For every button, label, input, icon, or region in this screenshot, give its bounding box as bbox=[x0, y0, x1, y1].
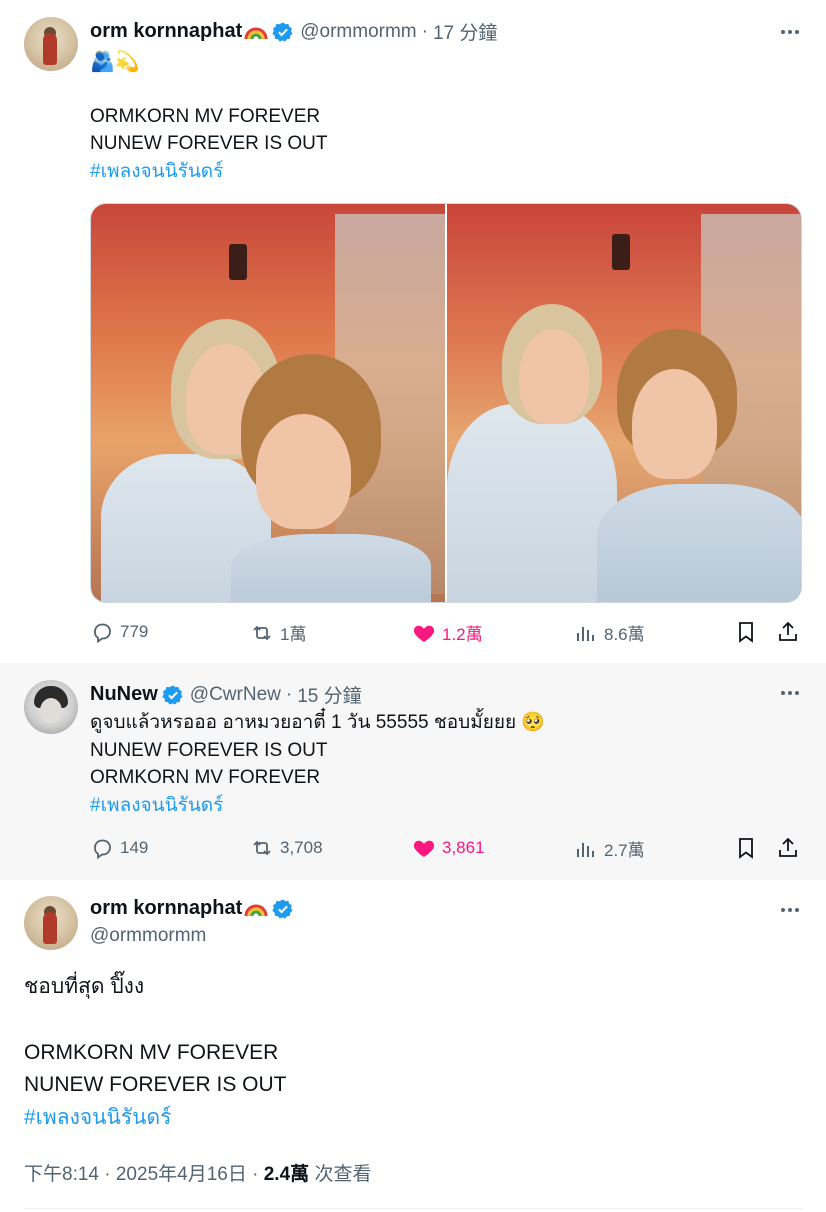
like-count: 1.2萬 bbox=[442, 625, 483, 644]
heart-filled-icon bbox=[413, 625, 435, 642]
avatar[interactable] bbox=[24, 896, 78, 950]
bookmark-icon bbox=[739, 622, 753, 643]
photo-1[interactable] bbox=[91, 204, 445, 602]
like-count: 3,861 bbox=[442, 838, 485, 857]
share-icon bbox=[779, 837, 797, 857]
like-button[interactable]: 1.2萬 bbox=[412, 620, 483, 645]
repost-button[interactable]: 3,708 bbox=[250, 836, 323, 860]
author-handle[interactable]: @ormmormm bbox=[300, 21, 416, 43]
author-name[interactable]: orm kornnaphat bbox=[90, 897, 242, 920]
author-name[interactable]: NuNew bbox=[90, 683, 158, 706]
separator-dot: · bbox=[421, 20, 428, 42]
views-button[interactable]: 2.7萬 bbox=[574, 836, 645, 861]
tweet-text-line: NUNEW FOREVER IS OUT bbox=[24, 1073, 287, 1096]
tweet-text-line: ORMKORN MV FOREVER bbox=[90, 767, 321, 788]
separator-dot: · bbox=[285, 683, 293, 705]
more-options-icon[interactable] bbox=[778, 20, 802, 44]
views-count: 2.7萬 bbox=[604, 841, 645, 860]
verified-badge-icon bbox=[272, 21, 293, 42]
repost-icon bbox=[253, 625, 271, 640]
heart-filled-icon bbox=[413, 840, 435, 857]
bookmark-button[interactable] bbox=[734, 836, 764, 860]
verified-badge-icon bbox=[272, 898, 293, 919]
tweet-text-line: NUNEW FOREVER IS OUT bbox=[90, 133, 328, 154]
author-handle[interactable]: @ormmormm bbox=[90, 925, 206, 947]
post-time[interactable]: 17 分鐘 bbox=[433, 18, 497, 45]
tweet-1[interactable]: orm kornnaphat @ormmormm · 17 分鐘 🫂💫 ORMK… bbox=[0, 0, 826, 663]
views-label: 次查看 bbox=[314, 1164, 372, 1185]
reply-count: 149 bbox=[120, 838, 149, 857]
reply-button[interactable]: 779 bbox=[90, 620, 148, 644]
avatar[interactable] bbox=[24, 680, 78, 734]
author-name[interactable]: orm kornnaphat bbox=[90, 20, 242, 43]
media-grid bbox=[90, 203, 802, 603]
hashtag-link[interactable]: #เพลงจนนิรันดร์ bbox=[24, 1102, 171, 1134]
bookmark-icon bbox=[739, 838, 753, 859]
rainbow-icon bbox=[244, 23, 268, 41]
photo-2[interactable] bbox=[447, 204, 801, 602]
share-button[interactable] bbox=[776, 836, 806, 860]
views-chart-icon bbox=[577, 626, 594, 641]
action-bar: 149 3,708 3,861 2.7萬 bbox=[90, 836, 802, 866]
post-meta: 下午8:14 · 2025年4月16日 · 2.4萬 次查看 bbox=[24, 1159, 371, 1186]
verified-badge-icon bbox=[162, 684, 183, 705]
tweet-text-line: ORMKORN MV FOREVER bbox=[24, 1041, 279, 1064]
tweet-text-line: ORMKORN MV FOREVER bbox=[90, 106, 321, 127]
repost-count: 3,708 bbox=[280, 838, 323, 857]
share-button[interactable] bbox=[776, 620, 806, 644]
author-handle[interactable]: @CwrNew bbox=[190, 684, 281, 706]
hashtag-link[interactable]: #เพลงจนนิรันดร์ bbox=[90, 792, 223, 820]
reply-icon bbox=[94, 839, 111, 860]
views-count: 8.6萬 bbox=[604, 625, 645, 644]
views-total: 2.4萬 bbox=[263, 1164, 310, 1185]
reply-icon bbox=[94, 623, 111, 644]
tweet-text-line: ดูจบแล้วหรอออ อาหมวยอาตี๋ 1 วัน 55555 ชอ… bbox=[90, 712, 546, 733]
separator-dot: · bbox=[252, 1164, 264, 1185]
action-bar: 779 1萬 1.2萬 8.6萬 bbox=[90, 620, 802, 650]
reply-count: 779 bbox=[120, 622, 149, 641]
bookmark-button[interactable] bbox=[734, 620, 764, 644]
tweet-2[interactable]: NuNew @CwrNew · 15 分鐘 ดูจบแล้วหรอออ อาหม… bbox=[0, 663, 826, 880]
hashtag-link[interactable]: #เพลงจนนิรันดร์ bbox=[90, 158, 223, 186]
repost-icon bbox=[253, 840, 271, 856]
tweet-text-line: NUNEW FOREVER IS OUT bbox=[90, 740, 328, 761]
repost-button[interactable]: 1萬 bbox=[250, 620, 306, 645]
more-options-icon[interactable] bbox=[778, 681, 802, 705]
reply-button[interactable]: 149 bbox=[90, 836, 148, 860]
like-button[interactable]: 3,861 bbox=[412, 836, 485, 860]
post-timestamp[interactable]: 下午8:14 · 2025年4月16日 bbox=[24, 1164, 247, 1185]
more-options-icon[interactable] bbox=[778, 898, 802, 922]
share-icon bbox=[779, 621, 797, 641]
avatar[interactable] bbox=[24, 17, 78, 71]
views-chart-icon bbox=[577, 842, 594, 857]
repost-count: 1萬 bbox=[280, 625, 307, 644]
tweet-emoji-line: 🫂💫 bbox=[90, 51, 140, 73]
rainbow-icon bbox=[244, 900, 268, 918]
views-button[interactable]: 8.6萬 bbox=[574, 620, 645, 645]
tweet-text-line: ชอบที่สุด ปิ๊งง bbox=[24, 975, 145, 998]
post-time[interactable]: 15 分鐘 bbox=[297, 681, 361, 708]
divider bbox=[24, 1208, 802, 1209]
